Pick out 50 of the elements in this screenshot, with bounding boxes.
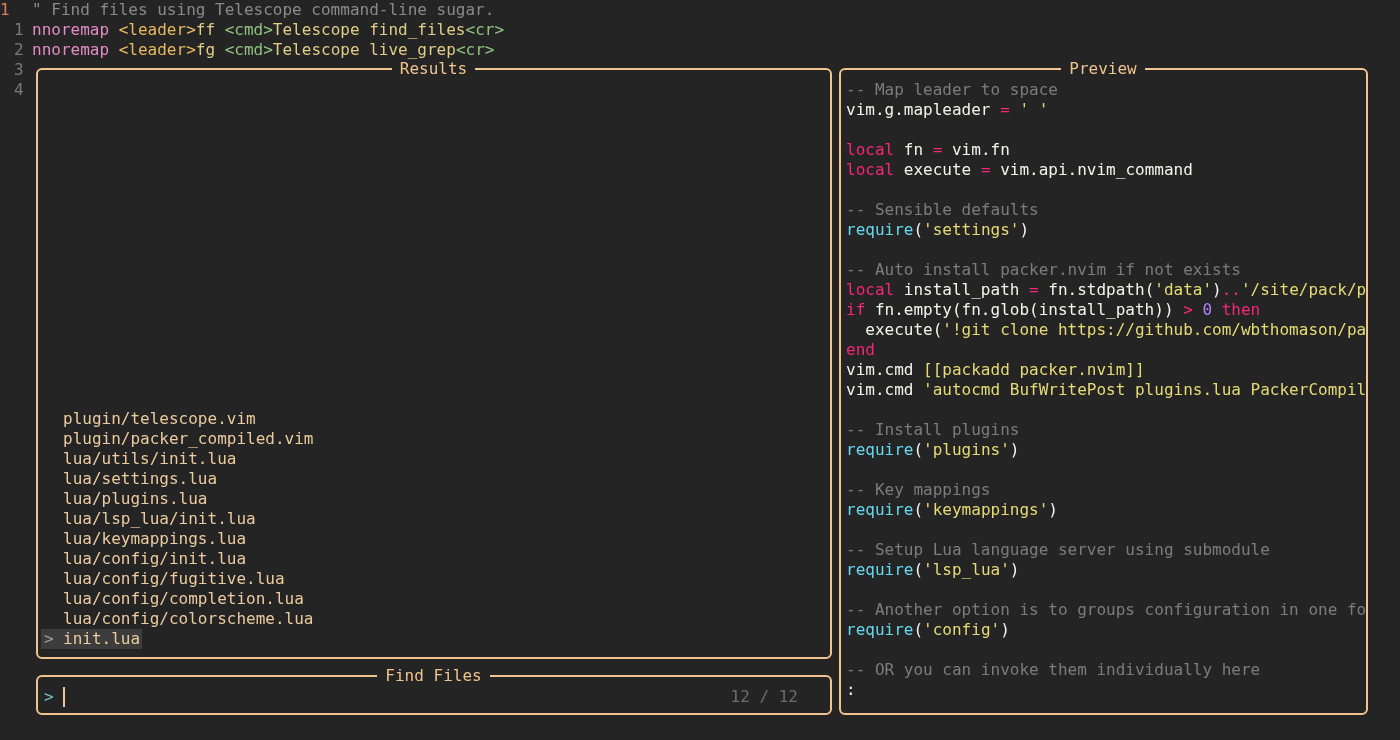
line-number: 1 bbox=[14, 20, 24, 40]
code-line: -- Install plugins bbox=[846, 420, 1020, 439]
result-item[interactable]: lua/keymappings.lua bbox=[41, 529, 249, 549]
code-line: require('lsp_lua') bbox=[846, 560, 1020, 579]
panel-title: Preview bbox=[1068, 60, 1138, 78]
result-item[interactable]: plugin/telescope.vim bbox=[41, 409, 258, 429]
line-number: 2 bbox=[14, 40, 24, 60]
result-item[interactable]: lua/config/colorscheme.lua bbox=[41, 609, 316, 629]
code-line: -- Map leader to space bbox=[846, 80, 1058, 99]
code-line: vim.cmd [[packadd packer.nvim]] bbox=[846, 360, 1145, 379]
result-item[interactable]: lua/settings.lua bbox=[41, 469, 220, 489]
code-line: -- Key mappings bbox=[846, 480, 991, 499]
code-line: require('plugins') bbox=[846, 440, 1020, 459]
panel-title: Results bbox=[398, 60, 469, 78]
code-line: -- Sensible defaults bbox=[846, 200, 1039, 219]
result-item[interactable]: lua/config/completion.lua bbox=[41, 589, 306, 609]
code-line: vim.cmd 'autocmd BufWritePost plugins.lua PackerCompil bbox=[846, 380, 1367, 399]
result-item[interactable]: lua/plugins.lua bbox=[41, 489, 210, 509]
code-line: local install_path = fn.stdpath('data')..'/site/pack/p bbox=[846, 280, 1367, 299]
code-line: require('config') bbox=[846, 620, 1010, 639]
line-number: 1 bbox=[0, 0, 10, 20]
code-line: require('keymappings') bbox=[846, 500, 1058, 519]
code-line: nnoremap <leader>ff <cmd>Telescope find_files<cr> bbox=[32, 20, 505, 40]
code-line: nnoremap <leader>fg <cmd>Telescope live_grep<cr> bbox=[32, 40, 495, 60]
search-prompt-field[interactable]: Find Files > 12 / 12 bbox=[36, 667, 832, 715]
prompt-caret: > bbox=[44, 687, 55, 707]
line-number: 3 bbox=[14, 60, 24, 80]
result-item[interactable]: lua/config/fugitive.lua bbox=[41, 569, 287, 589]
code-line: end bbox=[846, 340, 875, 359]
code-line: -- Setup Lua language server using submodule bbox=[846, 540, 1270, 559]
code-line: " Find files using Telescope command-line sugar. bbox=[32, 0, 495, 20]
code-line: -- OR you can invoke them individually here bbox=[846, 660, 1261, 679]
code-line: execute('!git clone https://github.com/wbthomason/pa bbox=[864, 320, 1367, 339]
code-line: local fn = vim.fn bbox=[846, 140, 1010, 159]
code-line: -- Another option is to groups configuration in one fo bbox=[846, 600, 1367, 619]
line-number: 4 bbox=[14, 80, 24, 100]
result-item[interactable]: lua/utils/init.lua bbox=[41, 449, 239, 469]
code-line: require('settings') bbox=[846, 220, 1030, 239]
match-count: 12 / 12 bbox=[730, 687, 798, 707]
code-line: -- Auto install packer.nvim if not exists bbox=[846, 260, 1241, 279]
result-item[interactable]: plugin/packer_compiled.vim bbox=[41, 429, 316, 449]
code-line: if fn.empty(fn.glob(install_path)) > 0 then bbox=[846, 300, 1261, 319]
result-item[interactable]: > init.lua bbox=[41, 629, 143, 649]
text-cursor bbox=[63, 687, 65, 707]
code-line: local execute = vim.api.nvim_command bbox=[846, 160, 1193, 179]
code-line: vim.g.mapleader = ' ' bbox=[846, 100, 1049, 119]
result-item[interactable]: lua/config/init.lua bbox=[41, 549, 249, 569]
result-item[interactable]: lua/lsp_lua/init.lua bbox=[41, 509, 258, 529]
panel-title: Find Files bbox=[384, 667, 483, 685]
code-line: : bbox=[846, 680, 856, 699]
